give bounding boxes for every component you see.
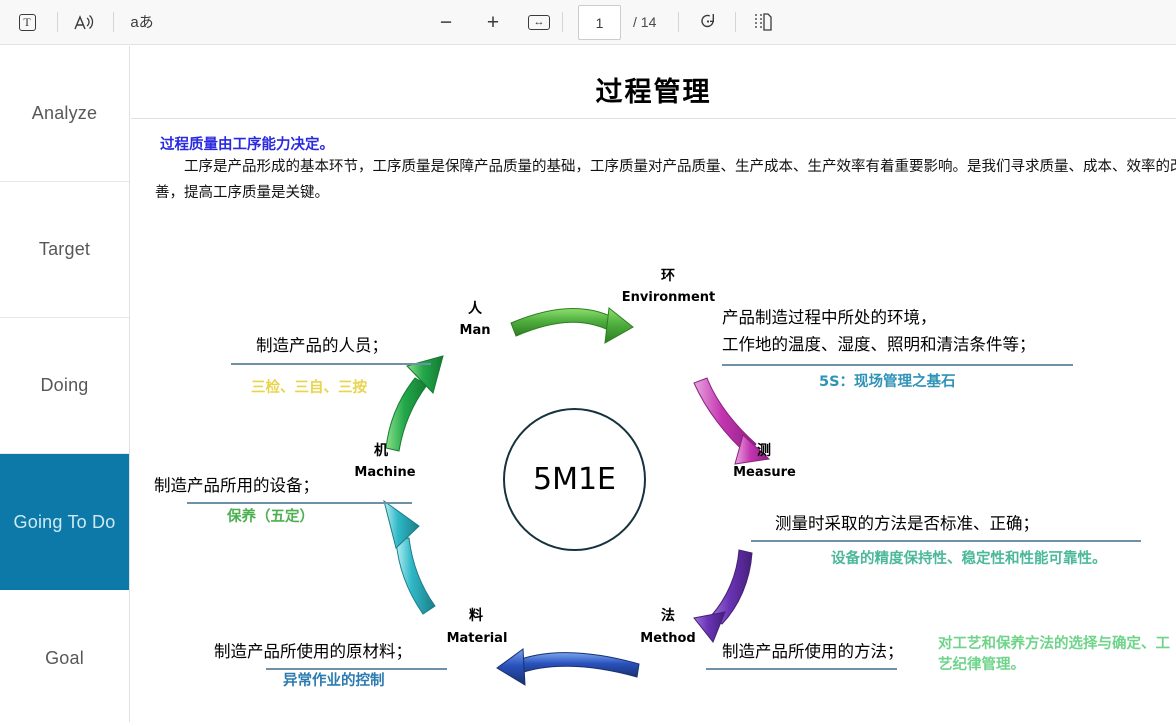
- node-label-environment-en: Environment: [621, 290, 716, 305]
- method-underline: [706, 668, 897, 670]
- arrow-man-to-environment: [510, 307, 634, 344]
- method-subnote: 对工艺和保养方法的选择与确定、工艺纪律管理。: [938, 636, 1170, 673]
- machine-subnote: 保养（五定）: [227, 509, 314, 525]
- node-label-material-cn: 料: [469, 608, 483, 624]
- sidebar-item-analyze[interactable]: Analyze: [0, 46, 129, 182]
- minus-icon: −: [439, 10, 453, 34]
- node-label-man-en: Man: [459, 323, 491, 338]
- center-label: 5M1E: [532, 461, 616, 497]
- material-description: 制造产品所使用的原材料；: [214, 642, 412, 661]
- toolbar-divider: [57, 12, 58, 32]
- toolbar-divider: [113, 12, 114, 32]
- toolbar-divider: [562, 12, 563, 32]
- environment-underline: [722, 364, 1073, 366]
- sidebar-item-label: Goal: [45, 647, 84, 668]
- sidebar-item-label: Doing: [40, 375, 89, 395]
- measure-subnote: 设备的精度保持性、稳定性和性能可靠性。: [831, 551, 1107, 567]
- sidebar-item-going-to-do[interactable]: Going To Do: [0, 454, 129, 590]
- page-number-input[interactable]: [578, 5, 621, 40]
- read-aloud-button[interactable]: [68, 7, 100, 37]
- man-underline: [231, 363, 431, 365]
- fit-width-icon: ↔: [528, 14, 550, 30]
- text-select-button[interactable]: T: [11, 7, 43, 37]
- material-underline: [266, 668, 447, 670]
- page-total-label: / 14: [633, 14, 657, 30]
- sidebar-item-goal[interactable]: Goal: [0, 590, 129, 726]
- node-label-measure-cn: 测: [757, 443, 771, 459]
- node-label-measure-en: Measure: [733, 465, 796, 480]
- toolbar-divider: [735, 12, 736, 32]
- fit-to-width-button[interactable]: ↔: [523, 7, 555, 37]
- sidebar-item-target[interactable]: Target: [0, 182, 129, 318]
- man-subnote: 三检、三自、三按: [251, 380, 367, 396]
- zoom-in-button[interactable]: +: [477, 7, 509, 37]
- zoom-out-button[interactable]: −: [430, 7, 462, 37]
- pdf-toolbar: T aあ − + ↔ / 14: [0, 0, 1176, 45]
- man-description: 制造产品的人员；: [256, 336, 388, 355]
- thumbnail-sidebar[interactable]: Analyze Target Doing Going To Do Goal: [0, 46, 130, 722]
- sidebar-item-label: Going To Do: [13, 511, 116, 532]
- rotate-button[interactable]: [692, 7, 724, 37]
- environment-subnote: 5S：现场管理之基石: [819, 374, 956, 390]
- rotate-icon: [701, 14, 714, 28]
- center-circle: 5M1E: [503, 408, 646, 551]
- method-description: 制造产品所使用的方法；: [722, 642, 904, 661]
- arrow-material-to-machine: [383, 499, 436, 615]
- read-aloud-icon: [74, 14, 94, 29]
- 5m1e-diagram: 5M1E 人 Man 环 Environment 测 Measure 法 Met…: [131, 46, 1176, 722]
- node-label-man-cn: 人: [468, 301, 482, 317]
- sidebar-item-label: Analyze: [31, 103, 98, 123]
- arrow-method-to-material: [496, 648, 640, 686]
- measure-underline: [751, 540, 1141, 542]
- material-subnote: 异常作业的控制: [283, 673, 385, 689]
- text-select-icon: T: [18, 13, 36, 31]
- environment-description-line2: 工作地的温度、湿度、照明和清洁条件等；: [722, 335, 1036, 354]
- node-label-material-en: Material: [446, 631, 508, 646]
- node-label-method-en: Method: [640, 631, 696, 646]
- machine-description: 制造产品所用的设备；: [154, 476, 319, 495]
- translate-button[interactable]: aあ: [124, 7, 160, 37]
- page-layout-button[interactable]: [747, 7, 779, 37]
- node-label-machine-cn: 机: [374, 443, 388, 459]
- arrow-machine-to-man: [385, 355, 444, 452]
- environment-description-line1: 产品制造过程中所处的环境，: [722, 308, 937, 327]
- plus-icon: +: [486, 10, 500, 34]
- sidebar-item-label: Target: [38, 239, 91, 259]
- toolbar-divider: [678, 12, 679, 32]
- node-label-environment-cn: 环: [661, 268, 675, 284]
- arrow-measure-to-method: [693, 549, 753, 643]
- pdf-page: 过程管理 过程质量由工序能力决定。 工序是产品形成的基本环节，工序质量是保障产品…: [131, 46, 1176, 722]
- sidebar-item-doing[interactable]: Doing: [0, 318, 129, 454]
- page-layout-icon: [755, 13, 772, 31]
- node-label-method-cn: 法: [661, 608, 675, 624]
- translate-icon: aあ: [130, 13, 154, 31]
- node-label-machine-en: Machine: [354, 465, 416, 480]
- measure-description: 测量时采取的方法是否标准、正确；: [775, 514, 1039, 533]
- machine-underline: [187, 502, 412, 504]
